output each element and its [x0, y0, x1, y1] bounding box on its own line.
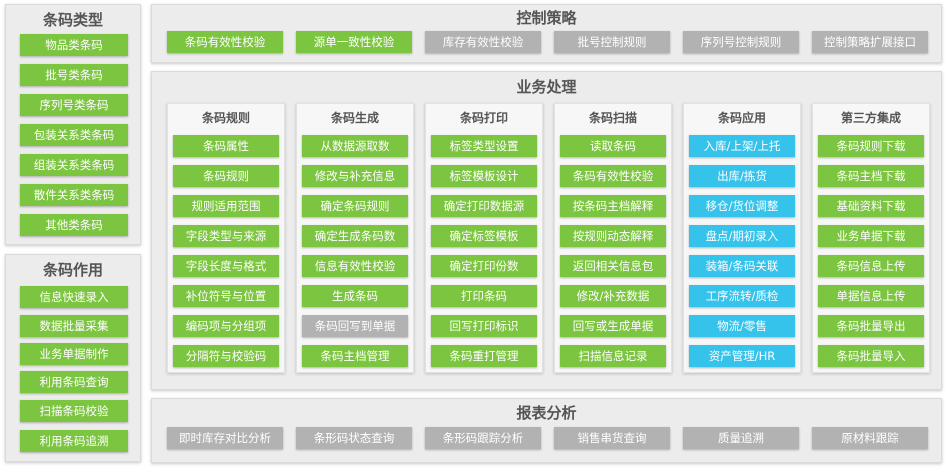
- report-analysis-title: 报表分析: [516, 404, 577, 422]
- control-item[interactable]: 条码有效性校验: [167, 31, 283, 53]
- control-item[interactable]: 控制策略扩展接口: [812, 31, 928, 53]
- barcode-type-item[interactable]: 组装关系类条码: [20, 154, 128, 176]
- control-item[interactable]: 源单一致性校验: [296, 31, 412, 53]
- business-item[interactable]: 确定打印数据源: [431, 195, 537, 217]
- business-item[interactable]: 条码信息上传: [818, 255, 924, 277]
- control-strategy-title: 控制策略: [516, 9, 577, 27]
- business-item[interactable]: 条码批量导入: [818, 345, 924, 367]
- business-item[interactable]: 按规则动态解释: [560, 225, 666, 247]
- business-item[interactable]: 确定打印份数: [431, 255, 537, 277]
- column-title: 条码生成: [330, 111, 379, 125]
- business-item[interactable]: 返回相关信息包: [560, 255, 666, 277]
- column-third-party-integration: 第三方集成 条码规则下载 条码主档下载 基础资料下载 业务单据下载 条码信息上传…: [812, 103, 930, 373]
- barcode-type-item[interactable]: 包装关系类条码: [20, 124, 128, 146]
- control-item[interactable]: 序列号控制规则: [683, 31, 799, 53]
- business-item[interactable]: 装箱/条码关联: [689, 255, 795, 277]
- business-item[interactable]: 确定生成条码数: [302, 225, 408, 247]
- business-item[interactable]: 条码规则下载: [818, 135, 924, 157]
- business-item[interactable]: 出库/拣货: [689, 165, 795, 187]
- business-item[interactable]: 标签模板设计: [431, 165, 537, 187]
- business-item[interactable]: 读取条码: [560, 135, 666, 157]
- report-item[interactable]: 条形码状态查询: [296, 427, 412, 449]
- business-item[interactable]: 条码回写到单据: [302, 315, 408, 337]
- business-item[interactable]: 按条码主档解释: [560, 195, 666, 217]
- business-item[interactable]: 条码主档管理: [302, 345, 408, 367]
- column-title: 条码应用: [717, 111, 766, 125]
- column-barcode-scanning: 条码扫描 读取条码 条码有效性校验 按条码主档解释 按规则动态解释 返回相关信息…: [554, 103, 672, 373]
- business-item[interactable]: 条码批量导出: [818, 315, 924, 337]
- business-item[interactable]: 打印条码: [431, 285, 537, 307]
- business-item[interactable]: 盘点/期初录入: [689, 225, 795, 247]
- business-item[interactable]: 基础资料下载: [818, 195, 924, 217]
- report-item[interactable]: 条形码跟踪分析: [425, 427, 541, 449]
- column-barcode-printing: 条码打印 标签类型设置 标签模板设计 确定打印数据源 确定标签模板 确定打印份数…: [425, 103, 543, 373]
- business-item[interactable]: 工序流转/质检: [689, 285, 795, 307]
- barcode-roles-title: 条码作用: [42, 261, 103, 279]
- barcode-types-panel: 条码类型 物品类条码 批号类条码 序列号类条码 包装关系类条码 组装关系类条码 …: [5, 4, 141, 245]
- business-item[interactable]: 确定条码规则: [302, 195, 408, 217]
- business-title: 业务处理: [516, 78, 577, 96]
- business-item[interactable]: 字段长度与格式: [173, 255, 279, 277]
- column-barcode-generation: 条码生成 从数据源取数 修改与补充信息 确定条码规则 确定生成条码数 信息有效性…: [296, 103, 414, 373]
- barcode-role-item[interactable]: 利用条码查询: [20, 371, 128, 393]
- barcode-role-item[interactable]: 业务单据制作: [20, 343, 128, 365]
- barcode-type-item[interactable]: 物品类条码: [20, 34, 128, 56]
- report-analysis-panel: 报表分析 即时库存对比分析 条形码状态查询 条形码跟踪分析 销售串货查询 质量追…: [151, 398, 942, 463]
- business-item[interactable]: 条码规则: [173, 165, 279, 187]
- business-item[interactable]: 字段类型与来源: [173, 225, 279, 247]
- business-item[interactable]: 确定标签模板: [431, 225, 537, 247]
- business-item[interactable]: 资产管理/HR: [689, 345, 795, 367]
- business-item[interactable]: 条码属性: [173, 135, 279, 157]
- barcode-type-item[interactable]: 序列号类条码: [20, 94, 128, 116]
- column-title: 条码扫描: [588, 111, 637, 125]
- business-item[interactable]: 条码有效性校验: [560, 165, 666, 187]
- control-item[interactable]: 批号控制规则: [554, 31, 670, 53]
- barcode-type-item[interactable]: 其他类条码: [20, 214, 128, 236]
- business-item[interactable]: 入库/上架/上托: [689, 135, 795, 157]
- business-item[interactable]: 修改与补充信息: [302, 165, 408, 187]
- column-title: 第三方集成: [840, 111, 901, 125]
- business-item[interactable]: 补位符号与位置: [173, 285, 279, 307]
- business-item[interactable]: 业务单据下载: [818, 225, 924, 247]
- business-item[interactable]: 修改/补充数据: [560, 285, 666, 307]
- business-item[interactable]: 回写打印标识: [431, 315, 537, 337]
- column-title: 条码规则: [201, 111, 250, 125]
- business-item[interactable]: 信息有效性校验: [302, 255, 408, 277]
- business-item[interactable]: 分隔符与校验码: [173, 345, 279, 367]
- barcode-role-item[interactable]: 信息快速录入: [20, 286, 128, 308]
- column-barcode-application: 条码应用 入库/上架/上托 出库/拣货 移仓/货位调整 盘点/期初录入 装箱/条…: [683, 103, 801, 373]
- barcode-types-title: 条码类型: [42, 11, 103, 29]
- report-item[interactable]: 原材料跟踪: [812, 427, 928, 449]
- column-title: 条码打印: [459, 111, 508, 125]
- business-item[interactable]: 编码项与分组项: [173, 315, 279, 337]
- business-item[interactable]: 移仓/货位调整: [689, 195, 795, 217]
- report-item[interactable]: 质量追溯: [683, 427, 799, 449]
- column-barcode-rules: 条码规则 条码属性 条码规则 规则适用范围 字段类型与来源 字段长度与格式 补位…: [167, 103, 285, 373]
- report-item[interactable]: 销售串货查询: [554, 427, 670, 449]
- control-strategy-panel: 控制策略 条码有效性校验 源单一致性校验 库存有效性校验 批号控制规则 序列号控…: [151, 4, 942, 63]
- barcode-role-item[interactable]: 扫描条码校验: [20, 400, 128, 422]
- business-item[interactable]: 规则适用范围: [173, 195, 279, 217]
- business-item[interactable]: 扫描信息记录: [560, 345, 666, 367]
- report-item[interactable]: 即时库存对比分析: [167, 427, 283, 449]
- barcode-role-item[interactable]: 数据批量采集: [20, 315, 128, 337]
- business-item[interactable]: 单据信息上传: [818, 285, 924, 307]
- barcode-role-item[interactable]: 利用条码追溯: [20, 430, 128, 452]
- business-item[interactable]: 物流/零售: [689, 315, 795, 337]
- barcode-type-item[interactable]: 批号类条码: [20, 64, 128, 86]
- business-item[interactable]: 生成条码: [302, 285, 408, 307]
- business-item[interactable]: 条码主档下载: [818, 165, 924, 187]
- business-item[interactable]: 回写或生成单据: [560, 315, 666, 337]
- business-panel: 业务处理 条码规则 条码属性 条码规则 规则适用范围 字段类型与来源 字段长度与…: [151, 71, 942, 390]
- barcode-roles-panel: 条码作用 信息快速录入 数据批量采集 业务单据制作 利用条码查询 扫描条码校验 …: [5, 254, 141, 462]
- business-item[interactable]: 条码重打管理: [431, 345, 537, 367]
- barcode-type-item[interactable]: 散件关系类条码: [20, 184, 128, 206]
- control-item[interactable]: 库存有效性校验: [425, 31, 541, 53]
- business-item[interactable]: 标签类型设置: [431, 135, 537, 157]
- business-item[interactable]: 从数据源取数: [302, 135, 408, 157]
